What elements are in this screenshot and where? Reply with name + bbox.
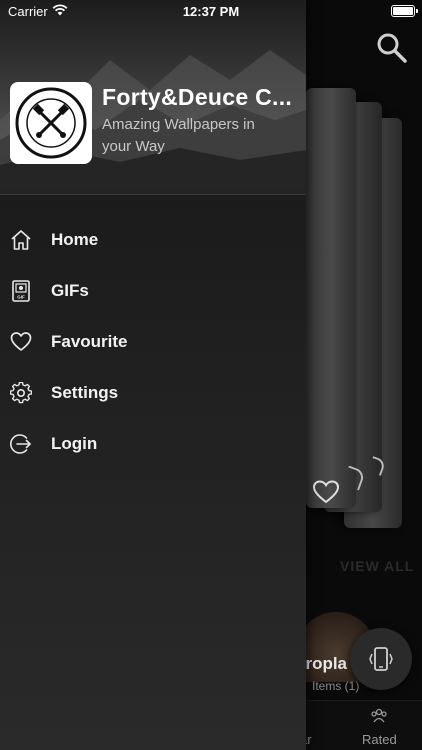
wallpaper-carousel[interactable] (306, 88, 422, 528)
menu-label: Home (51, 230, 99, 249)
menu-label: GIFs (51, 281, 89, 300)
gear-icon (10, 382, 32, 404)
battery-icon (391, 5, 415, 17)
tab-rated[interactable]: Rated (362, 732, 397, 747)
menu-item-login[interactable]: Login (0, 419, 306, 470)
status-bar: Carrier 12:37 PM (0, 0, 422, 24)
clock: 12:37 PM (182, 4, 240, 19)
heart-icon (10, 332, 32, 351)
set-wallpaper-button[interactable] (350, 628, 412, 690)
menu-label: Favourite (51, 332, 128, 351)
wallpaper-card[interactable] (306, 88, 356, 508)
home-icon (11, 230, 31, 250)
gif-icon: GIF (12, 280, 30, 302)
people-icon (371, 708, 387, 723)
category-count: Items (1) (312, 679, 360, 693)
app-title: Forty&Deuce C... (102, 84, 293, 110)
svg-text:GIF: GIF (17, 295, 25, 300)
menu-item-favourite[interactable]: Favourite (0, 317, 306, 368)
drawer-header: Forty&Deuce C... Amazing Wallpapers in y… (0, 0, 306, 195)
navigation-drawer: Forty&Deuce C... Amazing Wallpapers in y… (0, 0, 306, 750)
menu-item-gifs[interactable]: GIF GIFs (0, 266, 306, 317)
menu-label: Login (51, 434, 98, 453)
app-tagline: Amazing Wallpapers in your Way (102, 116, 255, 155)
menu-item-settings[interactable]: Settings (0, 368, 306, 419)
app-logo (10, 82, 92, 164)
crossed-pistons-logo (15, 87, 87, 159)
heart-icon[interactable] (313, 480, 339, 504)
menu-item-home[interactable]: Home (0, 215, 306, 266)
login-icon (10, 434, 31, 454)
search-icon[interactable] (374, 30, 408, 64)
drawer-menu: Home GIF GIFs Favourite Settings Login (0, 215, 306, 470)
menu-label: Settings (51, 383, 119, 402)
battery-cap (416, 9, 418, 13)
phone-icon (369, 647, 393, 671)
view-all-link[interactable]: VIEW ALL (340, 558, 414, 574)
